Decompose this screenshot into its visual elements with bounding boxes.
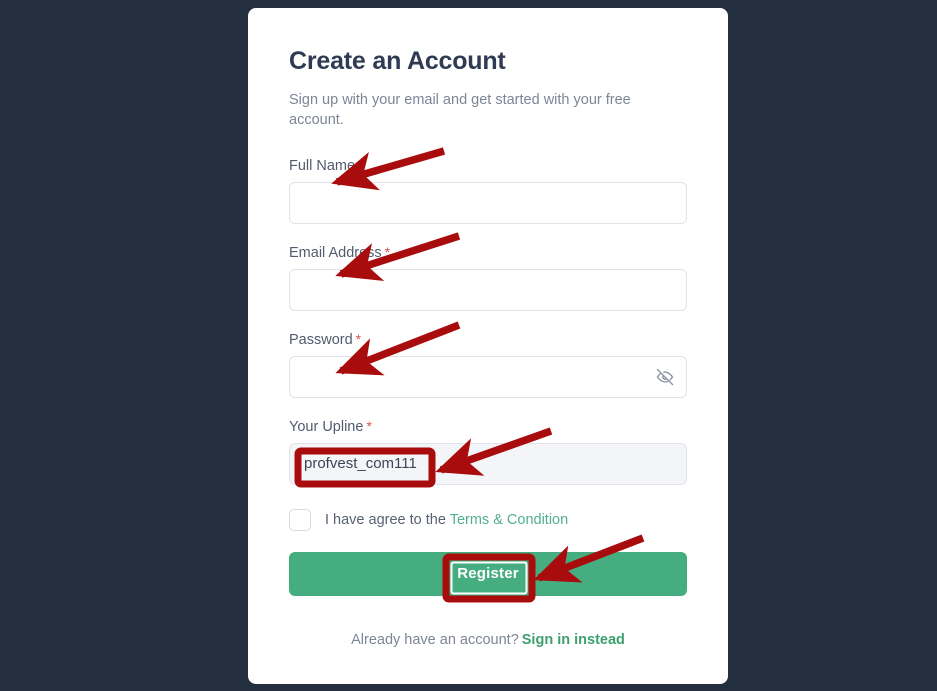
- password-label: Password *: [289, 331, 687, 348]
- signup-card: Create an Account Sign up with your emai…: [248, 8, 728, 684]
- terms-checkbox[interactable]: [289, 508, 311, 531]
- email-input-wrap: [289, 268, 687, 311]
- register-button[interactable]: Register: [289, 551, 687, 596]
- upline-label: Your Upline *: [289, 418, 687, 435]
- password-label-text: Password: [289, 331, 353, 348]
- terms-label-text: I have agree to the: [325, 511, 446, 528]
- field-your-upline: Your Upline *: [289, 418, 687, 485]
- full-name-label-text: Full Name: [289, 157, 356, 174]
- required-asterisk: *: [355, 330, 362, 347]
- required-asterisk: *: [366, 417, 372, 434]
- full-name-label: Full Name *: [289, 157, 687, 174]
- field-password: Password *: [289, 331, 687, 398]
- page-subtitle: Sign up with your email and get started …: [289, 92, 631, 129]
- upline-input[interactable]: [289, 442, 687, 485]
- signin-footer-text: Already have an account?: [351, 631, 519, 648]
- signin-footer: Already have an account? Sign in instead: [289, 632, 687, 648]
- field-email-address: Email Address *: [289, 244, 687, 311]
- eye-off-icon: [656, 368, 674, 385]
- password-input-wrap: [289, 355, 687, 398]
- required-asterisk: *: [384, 243, 391, 260]
- terms-and-conditions-link[interactable]: Terms & Condition: [450, 512, 568, 528]
- required-asterisk: *: [358, 156, 364, 173]
- page-title: Create an Account: [289, 47, 506, 75]
- field-full-name: Full Name *: [289, 157, 687, 224]
- password-input[interactable]: [289, 355, 687, 398]
- terms-label: I have agree to the Terms & Condition: [325, 512, 568, 528]
- full-name-input-wrap: [289, 181, 687, 224]
- password-visibility-toggle[interactable]: [655, 367, 675, 387]
- email-label-text: Email Address: [289, 244, 382, 261]
- upline-label-text: Your Upline: [289, 418, 364, 435]
- email-label: Email Address *: [289, 244, 687, 261]
- terms-row: I have agree to the Terms & Condition: [289, 508, 687, 531]
- email-input[interactable]: [289, 268, 687, 311]
- full-name-input[interactable]: [289, 181, 687, 224]
- sign-in-instead-link[interactable]: Sign in instead: [522, 632, 625, 648]
- upline-input-wrap: [289, 442, 687, 485]
